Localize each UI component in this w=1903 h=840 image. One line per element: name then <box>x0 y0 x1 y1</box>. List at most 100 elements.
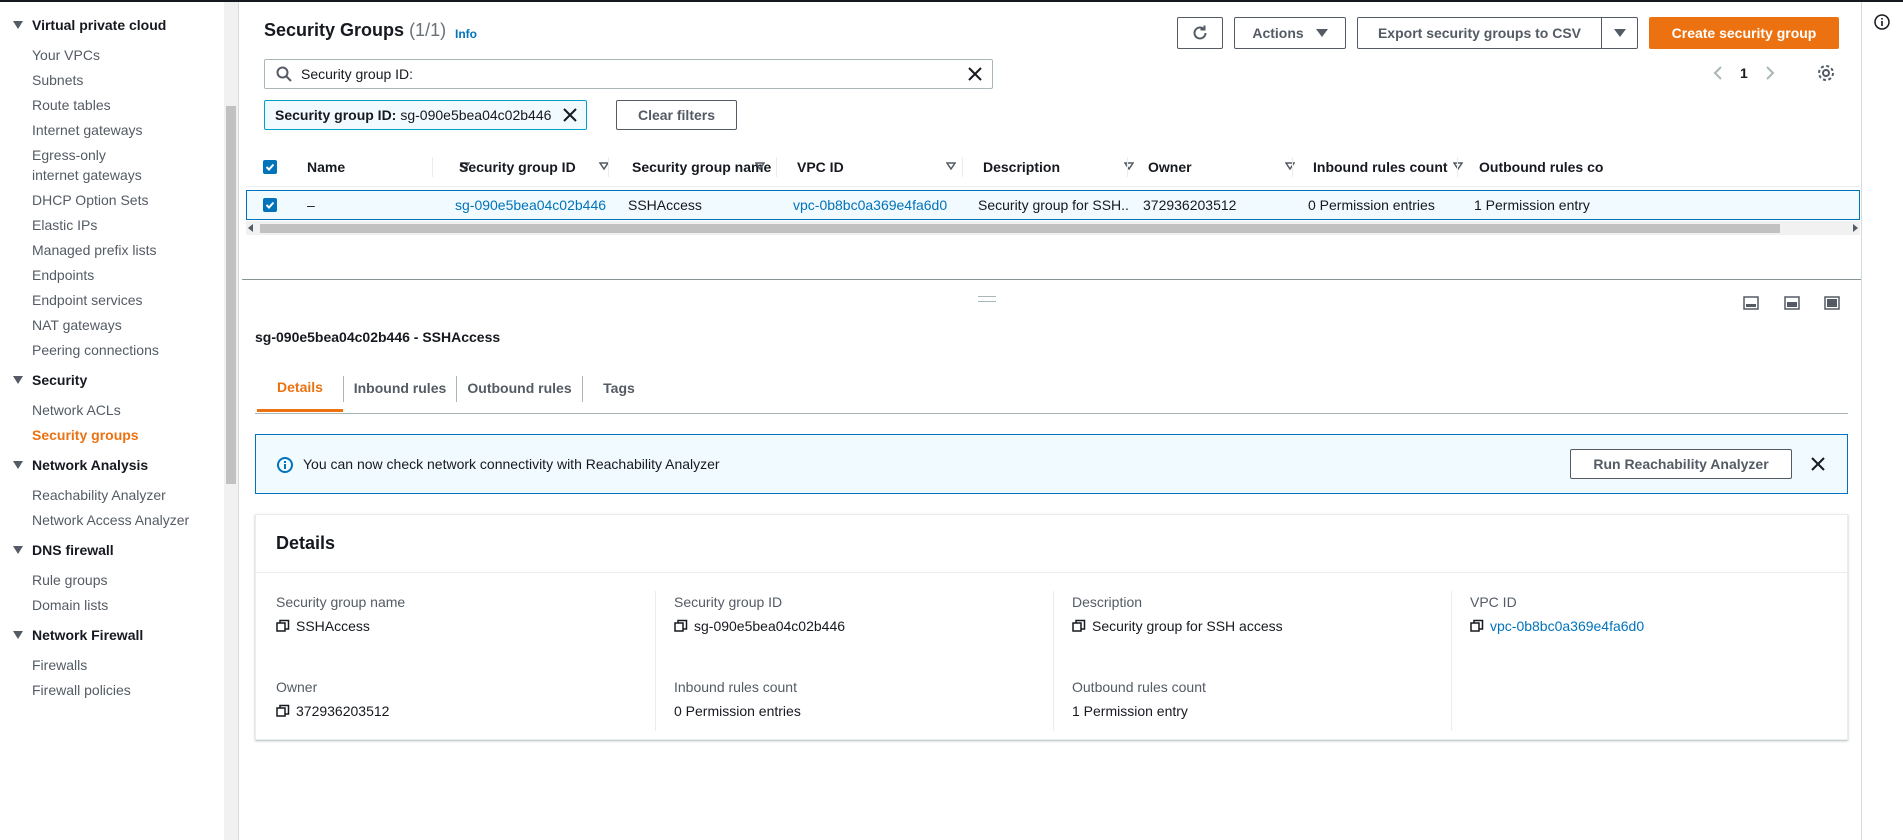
sidebar-item-your-vpcs[interactable]: Your VPCs <box>0 45 224 65</box>
scroll-left-icon[interactable] <box>248 224 254 232</box>
copy-icon[interactable] <box>276 704 290 718</box>
row-checkbox[interactable] <box>263 198 277 212</box>
sidebar-item-security-groups[interactable]: Security groups <box>0 425 224 445</box>
next-page-icon[interactable] <box>1764 64 1776 82</box>
sidebar-item-internet-gateways[interactable]: Internet gateways <box>0 120 224 140</box>
page-title: Security Groups (1/1) <box>264 20 446 41</box>
sidebar-item-endpoints[interactable]: Endpoints <box>0 265 224 285</box>
tab-details[interactable]: Details <box>257 364 343 412</box>
search-input[interactable]: Security group ID: <box>301 66 413 82</box>
copy-icon[interactable] <box>1470 619 1484 633</box>
main-right-border <box>1861 2 1862 840</box>
sidebar-item-egress-only-internet-gateways[interactable]: Egress-only internet gateways <box>0 145 150 185</box>
info-icon <box>277 457 293 473</box>
run-reachability-analyzer-button[interactable]: Run Reachability Analyzer <box>1570 449 1792 479</box>
search-icon <box>276 66 292 82</box>
tab-tags[interactable]: Tags <box>583 364 655 412</box>
copy-icon[interactable] <box>1072 619 1086 633</box>
collapse-caret-icon <box>13 21 23 29</box>
remove-filter-icon[interactable] <box>562 107 578 123</box>
field-vpc-id: VPC ID vpc-0b8bc0a369e4fa6d0 <box>1470 592 1850 636</box>
search-filter-field[interactable]: Security group ID: <box>264 59 993 89</box>
sidebar-item-peering-connections[interactable]: Peering connections <box>0 340 224 360</box>
sidebar-scrollbar-thumb[interactable] <box>226 106 236 484</box>
export-options-dropdown[interactable] <box>1601 17 1638 49</box>
sidebar-item-network-acls[interactable]: Network ACLs <box>0 400 224 420</box>
field-value: Security group for SSH access <box>1072 616 1452 636</box>
nav-group-dns-firewall: DNS firewall Rule groups Domain lists <box>0 535 224 615</box>
nav-section-label: Virtual private cloud <box>32 17 167 33</box>
sidebar-item-firewalls[interactable]: Firewalls <box>0 655 224 675</box>
table-scrollbar-thumb[interactable] <box>260 224 1780 233</box>
column-header-outbound-rules-count[interactable]: Outbound rules co <box>1479 147 1624 187</box>
sidebar-item-domain-lists[interactable]: Domain lists <box>0 595 224 615</box>
detail-panel-title: sg-090e5bea04c02b446 - SSHAccess <box>255 329 501 345</box>
current-page[interactable]: 1 <box>1740 65 1748 81</box>
column-header-security-group-id[interactable]: Security group ID <box>459 147 621 187</box>
nav-section-security[interactable]: Security <box>0 365 224 395</box>
nav-section-dns-firewall[interactable]: DNS firewall <box>0 535 224 565</box>
field-inbound-rules-count: Inbound rules count 0 Permission entries <box>674 677 1054 721</box>
filter-token-key: Security group ID: <box>275 107 397 123</box>
column-header-label: Security group name <box>632 159 772 175</box>
info-link[interactable]: Info <box>455 27 477 41</box>
column-header-inbound-rules-count[interactable]: Inbound rules count <box>1313 147 1475 187</box>
resize-handle-icon[interactable] <box>978 296 996 302</box>
field-label: VPC ID <box>1470 594 1517 610</box>
sidebar-item-managed-prefix-lists[interactable]: Managed prefix lists <box>0 240 224 260</box>
description-value: Security group for SSH access <box>1092 618 1283 634</box>
column-header-name[interactable]: Name <box>307 147 482 187</box>
sidebar-item-rule-groups[interactable]: Rule groups <box>0 570 224 590</box>
help-info-icon[interactable] <box>1873 13 1891 31</box>
collapse-caret-icon <box>13 461 23 469</box>
field-value: sg-090e5bea04c02b446 <box>674 616 1054 636</box>
vpc-id-link[interactable]: vpc-0b8bc0a369e4fa6d0 <box>1490 616 1644 636</box>
collapse-caret-icon <box>13 546 23 554</box>
cell-vpc-id-link[interactable]: vpc-0b8bc0a369e4fa6d0 <box>793 191 963 219</box>
sidebar-item-route-tables[interactable]: Route tables <box>0 95 224 115</box>
sidebar-item-dhcp-option-sets[interactable]: DHCP Option Sets <box>0 190 224 210</box>
copy-icon[interactable] <box>674 619 688 633</box>
nav-section-virtual-private-cloud[interactable]: Virtual private cloud <box>0 10 224 40</box>
sidebar-item-subnets[interactable]: Subnets <box>0 70 224 90</box>
actions-dropdown[interactable]: Actions <box>1234 17 1346 49</box>
nav-section-network-firewall[interactable]: Network Firewall <box>0 620 224 650</box>
column-header-vpc-id[interactable]: VPC ID <box>797 147 968 187</box>
column-header-owner[interactable]: Owner <box>1148 147 1307 187</box>
sidebar-item-nat-gateways[interactable]: NAT gateways <box>0 315 224 335</box>
clear-filters-button[interactable]: Clear filters <box>616 100 737 130</box>
refresh-button[interactable] <box>1177 17 1223 49</box>
main-content: Security Groups (1/1) Info Actions Expor… <box>242 2 1862 840</box>
sidebar-item-endpoint-services[interactable]: Endpoint services <box>0 290 224 310</box>
settings-gear-icon[interactable] <box>1817 64 1835 82</box>
panel-full-icon[interactable] <box>1823 294 1841 312</box>
column-header-description[interactable]: Description <box>983 147 1146 187</box>
panel-bottom-icon[interactable] <box>1742 294 1760 312</box>
previous-page-icon[interactable] <box>1712 64 1724 82</box>
table-row[interactable]: – sg-090e5bea04c02b446 SSHAccess vpc-0b8… <box>246 190 1860 220</box>
sidebar-item-reachability-analyzer[interactable]: Reachability Analyzer <box>0 485 224 505</box>
nav-group-network-analysis: Network Analysis Reachability Analyzer N… <box>0 450 224 530</box>
sidebar-item-firewall-policies[interactable]: Firewall policies <box>0 680 224 700</box>
export-csv-button[interactable]: Export security groups to CSV <box>1357 17 1602 49</box>
cell-outbound-rules-count: 1 Permission entry <box>1474 197 1590 213</box>
panel-half-icon[interactable] <box>1783 294 1801 312</box>
pagination: 1 <box>1712 64 1776 82</box>
sidebar-item-elastic-ips[interactable]: Elastic IPs <box>0 215 224 235</box>
info-flash-banner: You can now check network connectivity w… <box>255 434 1848 494</box>
column-header-security-group-name[interactable]: Security group name <box>632 147 777 187</box>
create-security-group-button[interactable]: Create security group <box>1649 17 1839 49</box>
scroll-right-icon[interactable] <box>1852 224 1858 232</box>
tab-inbound-rules[interactable]: Inbound rules <box>344 364 456 412</box>
dismiss-close-icon[interactable] <box>1809 455 1827 473</box>
select-all-checkbox[interactable] <box>263 160 277 174</box>
sidebar-item-network-access-analyzer[interactable]: Network Access Analyzer <box>0 510 224 530</box>
copy-icon[interactable] <box>276 619 290 633</box>
cell-security-group-id-link[interactable]: sg-090e5bea04c02b446 <box>455 191 615 219</box>
table-horizontal-scrollbar[interactable] <box>246 221 1860 235</box>
tab-outbound-rules[interactable]: Outbound rules <box>457 364 582 412</box>
nav-section-network-analysis[interactable]: Network Analysis <box>0 450 224 480</box>
sidebar-scrollbar[interactable] <box>224 2 238 840</box>
select-all-cell <box>263 147 283 187</box>
clear-search-icon[interactable] <box>966 65 984 83</box>
